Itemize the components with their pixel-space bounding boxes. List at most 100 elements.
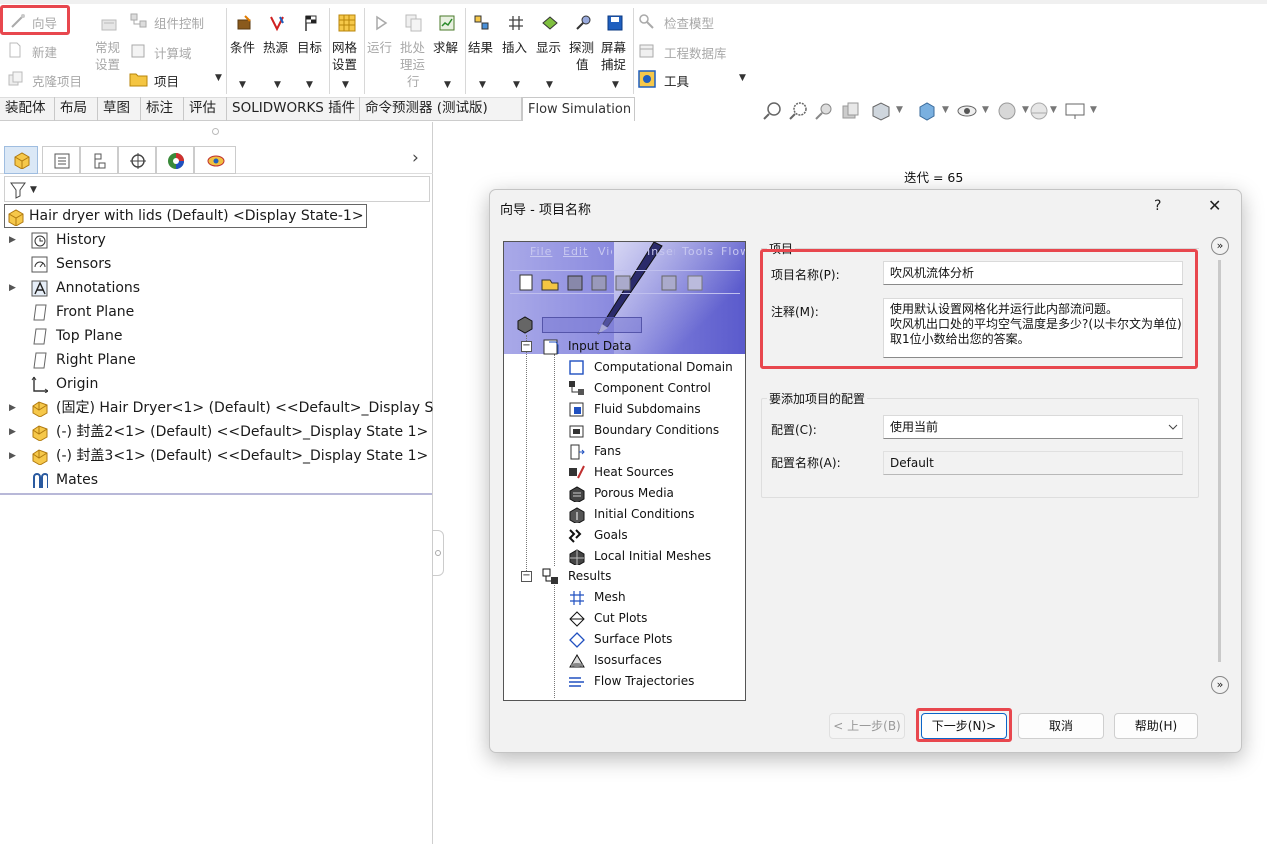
tab-command-predictor[interactable]: 命令预测器 (测试版) <box>360 97 522 121</box>
view-orientation-icon[interactable] <box>870 101 892 121</box>
filter-box[interactable]: ▼ <box>4 176 430 202</box>
expand-arrow-icon[interactable]: ▶ <box>9 228 16 252</box>
general-settings-button[interactable]: 常规 设置 <box>92 12 126 72</box>
tab-evaluate[interactable]: 评估 <box>184 97 227 121</box>
cancel-button[interactable]: 取消 <box>1018 713 1104 739</box>
help-button[interactable]: 帮助(H) <box>1114 713 1198 739</box>
tab-sketch[interactable]: 草图 <box>98 97 141 121</box>
config-name-field: Default <box>883 451 1183 475</box>
batch-run-icon <box>405 14 422 32</box>
tree-item-annotations[interactable]: ▶ Annotations <box>0 276 430 300</box>
heat-source-button[interactable]: 热源 ▼ <box>262 12 292 92</box>
tab-annotation[interactable]: 标注 <box>141 97 184 121</box>
engineering-database-button[interactable]: 工程数据库 <box>638 40 748 62</box>
section-view-icon[interactable] <box>840 101 860 121</box>
probe-value-button[interactable]: 探测 值 <box>568 12 598 72</box>
flow-simulation-tab[interactable] <box>194 146 236 174</box>
expand-arrow-icon[interactable]: ▶ <box>9 444 16 468</box>
display-icon <box>542 16 558 30</box>
tree-item-top-plane[interactable]: Top Plane <box>0 324 430 348</box>
scroll-down-double-chevron[interactable]: » <box>1211 676 1229 694</box>
zoom-to-fit-icon[interactable] <box>762 101 782 121</box>
tab-assembly[interactable]: 装配体 <box>0 97 55 121</box>
part-icon <box>32 449 48 465</box>
scroll-up-double-chevron[interactable]: » <box>1211 237 1229 255</box>
back-button[interactable]: < 上一步(B) <box>829 713 905 739</box>
component-control-button[interactable]: 组件控制 <box>130 10 220 32</box>
results-button[interactable]: 结果 ▼ <box>467 12 497 92</box>
expand-arrow-icon[interactable]: ▶ <box>9 396 16 420</box>
tree-item-lid-3[interactable]: ▶ (-) 封盖3<1> (Default) <<Default>_Displa… <box>0 444 430 468</box>
help-question-button[interactable]: ? <box>1154 198 1161 214</box>
config-select[interactable]: 使用当前 <box>883 415 1183 439</box>
tree-item-origin[interactable]: Origin <box>0 372 430 396</box>
hide-show-icon[interactable] <box>956 101 978 121</box>
display-button[interactable]: 显示 ▼ <box>534 12 566 92</box>
probe-label-2: 值 <box>576 57 589 72</box>
computational-domain-label: 计算域 <box>154 46 192 61</box>
feature-manager-tab[interactable] <box>4 146 38 174</box>
panel-expand-chevron[interactable]: › <box>412 148 419 168</box>
solve-button[interactable]: 求解 ▼ <box>432 12 462 92</box>
config-name-label: 配置名称(A): <box>771 456 841 470</box>
configuration-manager-tab[interactable] <box>80 146 118 174</box>
new-button[interactable]: 新建 <box>6 40 76 62</box>
tree-item-sensors[interactable]: Sensors <box>0 252 430 276</box>
tools-dropdown-arrow[interactable]: ▼ <box>739 73 746 83</box>
expand-arrow-icon[interactable]: ▶ <box>9 420 16 444</box>
computational-domain-button[interactable]: 计算域 <box>130 40 220 62</box>
tab-solidworks-addins[interactable]: SOLIDWORKS 插件 <box>227 97 360 121</box>
display-manager-tab[interactable] <box>156 146 194 174</box>
project-menu-button[interactable]: 项目 ▼ <box>128 68 224 90</box>
monitor-icon[interactable] <box>1064 101 1086 121</box>
chevron-down-icon <box>1168 424 1178 430</box>
tab-flow-simulation[interactable]: Flow Simulation <box>522 97 635 121</box>
tree-item-mates[interactable]: Mates <box>0 468 430 492</box>
screen-capture-button[interactable]: 屏幕 捕捉 ▼ <box>600 12 630 92</box>
next-button-highlight <box>916 708 1012 742</box>
dimxpert-tab[interactable] <box>118 146 156 174</box>
mesh-settings-button[interactable]: 网格 设置 ▼ <box>331 12 361 92</box>
panel-collapse-handle[interactable] <box>432 530 444 576</box>
panel-splitter-dot[interactable] <box>212 128 219 135</box>
preview-tree-label: Fluid Subdomains <box>594 402 701 416</box>
zoom-area-icon[interactable] <box>788 101 808 121</box>
insert-button[interactable]: 插入 ▼ <box>500 12 532 92</box>
run-button[interactable]: 运行 <box>366 12 396 72</box>
scroll-track[interactable] <box>1218 260 1221 662</box>
batch-run-label-3: 行 <box>407 74 420 89</box>
clone-project-button[interactable]: 克隆项目 <box>6 68 96 90</box>
expand-arrow-icon[interactable]: ▶ <box>9 276 16 300</box>
insert-label: 插入 <box>502 40 528 55</box>
preview-tree-label: Isosurfaces <box>594 653 662 667</box>
goals-button[interactable]: 目标 ▼ <box>296 12 326 92</box>
tree-label: Mates <box>56 472 99 488</box>
tree-item-history[interactable]: ▶ History <box>0 228 430 252</box>
close-button[interactable]: ✕ <box>1208 196 1221 215</box>
color-wheel-icon <box>168 153 184 169</box>
tools-menu-button[interactable]: 工具 ▼ <box>638 68 750 90</box>
property-manager-tab[interactable] <box>42 146 80 174</box>
tree-item-right-plane[interactable]: Right Plane <box>0 348 430 372</box>
preview-menu-edit: Edit <box>563 245 589 258</box>
display-style-icon[interactable] <box>916 101 938 121</box>
tab-layout[interactable]: 布局 <box>55 97 98 121</box>
database-icon <box>639 44 654 58</box>
appearance-icon[interactable] <box>996 101 1018 121</box>
flow-analysis-icon <box>207 155 225 167</box>
previous-view-icon[interactable] <box>814 101 834 121</box>
project-dropdown-arrow[interactable]: ▼ <box>215 73 222 83</box>
scene-icon[interactable] <box>1028 101 1050 121</box>
tree-item-front-plane[interactable]: Front Plane <box>0 300 430 324</box>
tree-root-assembly[interactable]: Hair dryer with lids (Default) <Display … <box>4 204 367 228</box>
batch-run-button[interactable]: 批处 理运 行 <box>399 12 429 92</box>
conditions-button[interactable]: 条件 ▼ <box>229 12 259 92</box>
mesh-settings-label-2: 设置 <box>332 57 358 72</box>
solve-label: 求解 <box>433 40 459 55</box>
check-model-button[interactable]: 检查模型 <box>638 10 738 32</box>
computational-domain-icon <box>131 44 145 58</box>
flow-trajectory-icon <box>569 677 584 687</box>
clone-icon <box>8 71 23 86</box>
tree-item-lid-2[interactable]: ▶ (-) 封盖2<1> (Default) <<Default>_Displa… <box>0 420 430 444</box>
tree-item-hair-dryer[interactable]: ▶ (固定) Hair Dryer<1> (Default) <<Default… <box>0 396 433 420</box>
